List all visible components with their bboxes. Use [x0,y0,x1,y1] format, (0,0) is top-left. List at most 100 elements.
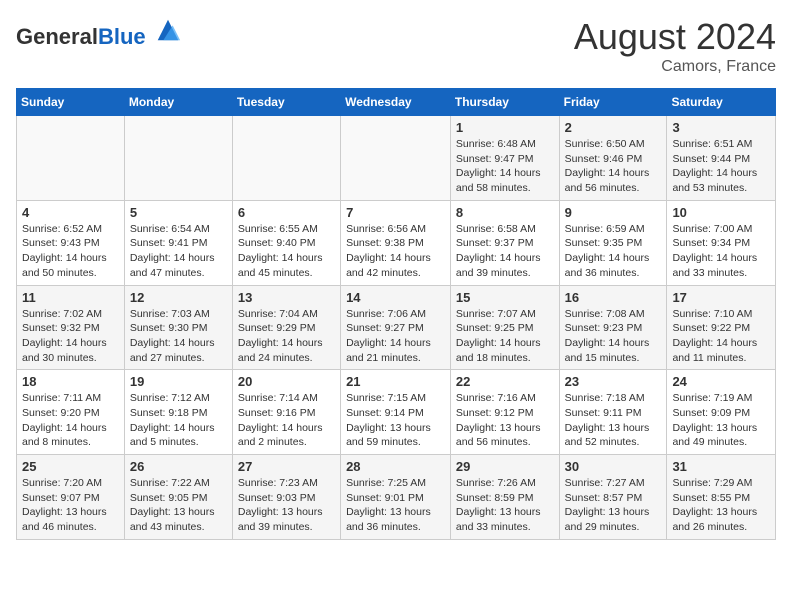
calendar-week-row: 18 Sunrise: 7:11 AM Sunset: 9:20 PM Dayli… [17,370,776,455]
day-number: 24 [672,374,770,389]
day-number: 31 [672,459,770,474]
day-number: 16 [565,290,662,305]
day-number: 18 [22,374,119,389]
calendar-cell: 3 Sunrise: 6:51 AM Sunset: 9:44 PM Daylig… [667,116,776,201]
calendar-day-header: Monday [124,89,232,116]
calendar-cell: 25Sunrise: 7:20 AM Sunset: 9:07 PM Dayli… [17,455,125,540]
day-info: Sunrise: 7:18 AM Sunset: 9:11 PM Dayligh… [565,391,662,450]
calendar-day-header: Sunday [17,89,125,116]
day-info: Sunrise: 7:11 AM Sunset: 9:20 PM Dayligh… [22,391,119,450]
day-number: 19 [130,374,227,389]
calendar-cell [232,116,340,201]
day-info: Sunrise: 6:54 AM Sunset: 9:41 PM Dayligh… [130,222,227,281]
day-number: 11 [22,290,119,305]
day-number: 30 [565,459,662,474]
day-number: 21 [346,374,445,389]
day-number: 12 [130,290,227,305]
day-info: Sunrise: 7:29 AM Sunset: 8:55 PM Dayligh… [672,476,770,535]
day-info: Sunrise: 6:58 AM Sunset: 9:37 PM Dayligh… [456,222,554,281]
calendar-cell: 6 Sunrise: 6:55 AM Sunset: 9:40 PM Daylig… [232,200,340,285]
day-number: 23 [565,374,662,389]
day-info: Sunrise: 6:51 AM Sunset: 9:44 PM Dayligh… [672,137,770,196]
day-info: Sunrise: 7:25 AM Sunset: 9:01 PM Dayligh… [346,476,445,535]
calendar-day-header: Thursday [450,89,559,116]
calendar-cell: 11 Sunrise: 7:02 AM Sunset: 9:32 PM Dayli… [17,285,125,370]
logo: GeneralBlue [16,16,182,49]
calendar-cell: 5 Sunrise: 6:54 AM Sunset: 9:41 PM Daylig… [124,200,232,285]
day-number: 25 [22,459,119,474]
calendar-cell: 27 Sunrise: 7:23 AM Sunset: 9:03 PM Dayli… [232,455,340,540]
month-title: August 2024 [574,16,776,58]
calendar-week-row: 11 Sunrise: 7:02 AM Sunset: 9:32 PM Dayli… [17,285,776,370]
day-number: 20 [238,374,335,389]
calendar-cell: 22 Sunrise: 7:16 AM Sunset: 9:12 PM Dayli… [450,370,559,455]
calendar-day-header: Saturday [667,89,776,116]
calendar-cell: 19Sunrise: 7:12 AM Sunset: 9:18 PM Dayli… [124,370,232,455]
day-info: Sunrise: 7:02 AM Sunset: 9:32 PM Dayligh… [22,307,119,366]
day-info: Sunrise: 6:55 AM Sunset: 9:40 PM Dayligh… [238,222,335,281]
calendar-cell: 31 Sunrise: 7:29 AM Sunset: 8:55 PM Dayli… [667,455,776,540]
calendar-cell: 18 Sunrise: 7:11 AM Sunset: 9:20 PM Dayli… [17,370,125,455]
day-info: Sunrise: 7:19 AM Sunset: 9:09 PM Dayligh… [672,391,770,450]
page-header: GeneralBlue August 2024 Camors, France [16,16,776,76]
day-info: Sunrise: 7:06 AM Sunset: 9:27 PM Dayligh… [346,307,445,366]
calendar-cell: 13Sunrise: 7:04 AM Sunset: 9:29 PM Dayli… [232,285,340,370]
day-info: Sunrise: 7:15 AM Sunset: 9:14 PM Dayligh… [346,391,445,450]
day-number: 4 [22,205,119,220]
day-number: 7 [346,205,445,220]
calendar-table: SundayMondayTuesdayWednesdayThursdayFrid… [16,88,776,540]
day-info: Sunrise: 6:56 AM Sunset: 9:38 PM Dayligh… [346,222,445,281]
day-info: Sunrise: 6:50 AM Sunset: 9:46 PM Dayligh… [565,137,662,196]
day-number: 1 [456,120,554,135]
day-number: 5 [130,205,227,220]
day-info: Sunrise: 7:23 AM Sunset: 9:03 PM Dayligh… [238,476,335,535]
calendar-week-row: 4 Sunrise: 6:52 AM Sunset: 9:43 PM Daylig… [17,200,776,285]
day-number: 8 [456,205,554,220]
day-info: Sunrise: 7:07 AM Sunset: 9:25 PM Dayligh… [456,307,554,366]
calendar-cell: 8 Sunrise: 6:58 AM Sunset: 9:37 PM Daylig… [450,200,559,285]
calendar-cell: 24 Sunrise: 7:19 AM Sunset: 9:09 PM Dayli… [667,370,776,455]
calendar-week-row: 1Sunrise: 6:48 AM Sunset: 9:47 PM Daylig… [17,116,776,201]
calendar-cell: 2 Sunrise: 6:50 AM Sunset: 9:46 PM Daylig… [559,116,667,201]
calendar-cell: 29Sunrise: 7:26 AM Sunset: 8:59 PM Dayli… [450,455,559,540]
day-info: Sunrise: 7:16 AM Sunset: 9:12 PM Dayligh… [456,391,554,450]
day-number: 17 [672,290,770,305]
calendar-cell: 12Sunrise: 7:03 AM Sunset: 9:30 PM Dayli… [124,285,232,370]
title-block: August 2024 Camors, France [574,16,776,76]
calendar-cell: 14Sunrise: 7:06 AM Sunset: 9:27 PM Dayli… [341,285,451,370]
day-info: Sunrise: 6:52 AM Sunset: 9:43 PM Dayligh… [22,222,119,281]
day-info: Sunrise: 7:26 AM Sunset: 8:59 PM Dayligh… [456,476,554,535]
day-info: Sunrise: 6:59 AM Sunset: 9:35 PM Dayligh… [565,222,662,281]
calendar-cell: 7 Sunrise: 6:56 AM Sunset: 9:38 PM Daylig… [341,200,451,285]
day-info: Sunrise: 7:08 AM Sunset: 9:23 PM Dayligh… [565,307,662,366]
logo-icon [154,16,182,44]
day-number: 6 [238,205,335,220]
day-info: Sunrise: 7:00 AM Sunset: 9:34 PM Dayligh… [672,222,770,281]
calendar-day-header: Wednesday [341,89,451,116]
day-number: 27 [238,459,335,474]
calendar-cell: 23 Sunrise: 7:18 AM Sunset: 9:11 PM Dayli… [559,370,667,455]
calendar-cell: 28 Sunrise: 7:25 AM Sunset: 9:01 PM Dayli… [341,455,451,540]
calendar-cell: 16 Sunrise: 7:08 AM Sunset: 9:23 PM Dayli… [559,285,667,370]
day-number: 28 [346,459,445,474]
calendar-cell [17,116,125,201]
calendar-week-row: 25Sunrise: 7:20 AM Sunset: 9:07 PM Dayli… [17,455,776,540]
calendar-day-header: Tuesday [232,89,340,116]
day-number: 3 [672,120,770,135]
day-info: Sunrise: 7:04 AM Sunset: 9:29 PM Dayligh… [238,307,335,366]
calendar-cell: 1Sunrise: 6:48 AM Sunset: 9:47 PM Daylig… [450,116,559,201]
calendar-cell [341,116,451,201]
calendar-cell: 15Sunrise: 7:07 AM Sunset: 9:25 PM Dayli… [450,285,559,370]
calendar-day-header: Friday [559,89,667,116]
calendar-cell: 30Sunrise: 7:27 AM Sunset: 8:57 PM Dayli… [559,455,667,540]
day-info: Sunrise: 7:10 AM Sunset: 9:22 PM Dayligh… [672,307,770,366]
calendar-cell: 4 Sunrise: 6:52 AM Sunset: 9:43 PM Daylig… [17,200,125,285]
calendar-header-row: SundayMondayTuesdayWednesdayThursdayFrid… [17,89,776,116]
day-number: 2 [565,120,662,135]
day-number: 22 [456,374,554,389]
day-number: 9 [565,205,662,220]
calendar-cell: 10Sunrise: 7:00 AM Sunset: 9:34 PM Dayli… [667,200,776,285]
location-text: Camors, France [574,58,776,76]
calendar-cell: 9 Sunrise: 6:59 AM Sunset: 9:35 PM Daylig… [559,200,667,285]
logo-blue-text: Blue [98,24,146,49]
